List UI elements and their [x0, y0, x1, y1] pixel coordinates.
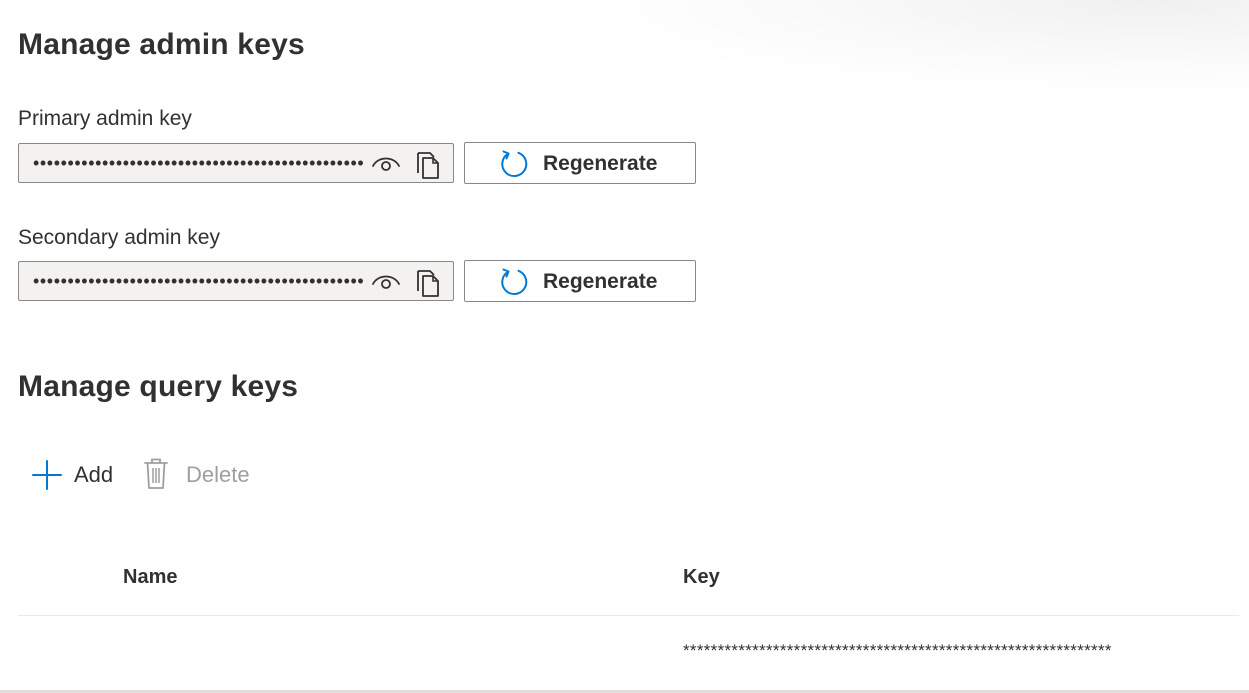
- table-header-divider: [18, 615, 1239, 616]
- manage-keys-page: Manage admin keys Primary admin key ••••…: [0, 0, 1249, 693]
- primary-regenerate-label: Regenerate: [543, 152, 658, 175]
- secondary-regenerate-button[interactable]: Regenerate: [464, 260, 696, 302]
- delete-button[interactable]: Delete: [142, 452, 262, 496]
- secondary-admin-key-field[interactable]: ••••••••••••••••••••••••••••••••••••••••…: [18, 261, 454, 301]
- column-header-key[interactable]: Key: [683, 566, 720, 589]
- copy-icon[interactable]: [415, 269, 441, 297]
- trash-icon: [144, 458, 168, 489]
- delete-label: Delete: [186, 462, 250, 487]
- query-key-value-cell: ****************************************…: [683, 641, 1112, 660]
- column-header-name[interactable]: Name: [123, 566, 177, 589]
- header-shadow: [600, 0, 1249, 90]
- eye-icon[interactable]: [371, 271, 401, 293]
- primary-admin-key-field[interactable]: ••••••••••••••••••••••••••••••••••••••••…: [18, 143, 454, 183]
- refresh-icon: [501, 268, 528, 296]
- primary-admin-key-label: Primary admin key: [18, 107, 192, 130]
- plus-icon: [32, 460, 62, 490]
- primary-admin-key-value: ••••••••••••••••••••••••••••••••••••••••…: [33, 153, 365, 173]
- secondary-admin-key-label: Secondary admin key: [18, 226, 220, 249]
- add-label: Add: [74, 462, 114, 487]
- secondary-admin-key-value: ••••••••••••••••••••••••••••••••••••••••…: [33, 271, 365, 291]
- primary-regenerate-button[interactable]: Regenerate: [464, 142, 696, 184]
- add-button[interactable]: Add: [30, 452, 122, 496]
- admin-keys-heading: Manage admin keys: [18, 28, 305, 61]
- eye-icon[interactable]: [371, 153, 401, 175]
- secondary-regenerate-label: Regenerate: [543, 270, 658, 293]
- refresh-icon: [501, 150, 528, 178]
- copy-icon[interactable]: [415, 151, 441, 179]
- query-keys-heading: Manage query keys: [18, 370, 299, 403]
